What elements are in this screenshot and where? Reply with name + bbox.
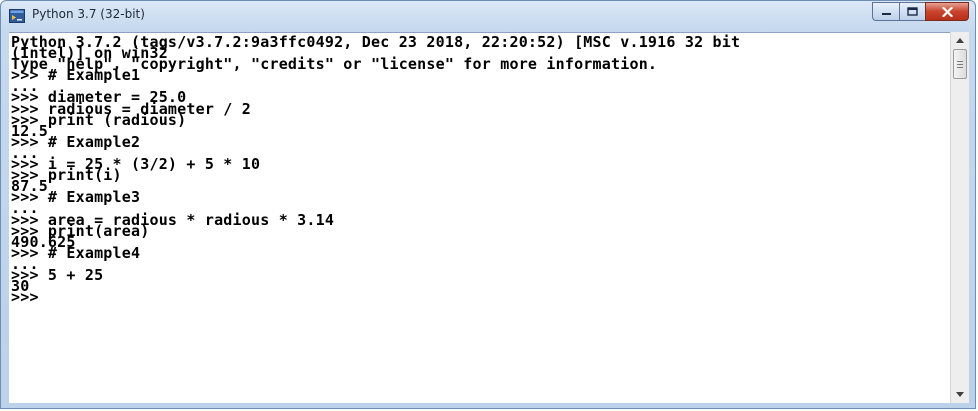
close-icon — [941, 6, 953, 17]
title-bar[interactable]: Python 3.7 (32-bit) — [1, 1, 975, 31]
thumb-grip-line — [957, 67, 963, 68]
close-button[interactable] — [925, 2, 969, 21]
python-console-icon[interactable] — [9, 8, 25, 24]
minimize-button[interactable] — [872, 2, 899, 21]
caption-buttons — [872, 2, 969, 21]
vertical-scrollbar[interactable] — [950, 32, 969, 403]
console-line: Type "help", "copyright", "credits" or "… — [11, 55, 658, 74]
console-line: >>> # Example3 — [11, 188, 141, 207]
minimize-icon — [881, 12, 891, 15]
python-console-window: Python 3.7 (32-bit) Python 3.7.2 (tags/v… — [0, 0, 976, 409]
console-line: 30 — [11, 277, 30, 296]
console-text: Python 3.7.2 (tags/v3.7.2:9a3ffc0492, De… — [9, 33, 950, 307]
console-output[interactable]: Python 3.7.2 (tags/v3.7.2:9a3ffc0492, De… — [9, 32, 950, 403]
maximize-button[interactable] — [899, 2, 925, 21]
maximize-icon — [907, 7, 918, 16]
scroll-up-button[interactable] — [951, 32, 969, 49]
console-line: ... — [11, 254, 39, 273]
console-line: 490.625 — [11, 232, 76, 251]
console-line: >>> print (radious) — [11, 110, 187, 129]
scroll-up-arrow-icon — [956, 38, 964, 43]
console-line: >>> — [11, 288, 39, 307]
window-title: Python 3.7 (32-bit) — [32, 7, 145, 21]
scroll-down-button[interactable] — [951, 386, 969, 403]
console-line: >>> i = 25 * (3/2) + 5 * 10 — [11, 155, 261, 174]
console-line: >>> area = radious * radious * 3.14 — [11, 210, 335, 229]
scroll-thumb[interactable] — [953, 49, 967, 79]
console-line: >>> 5 + 25 — [11, 265, 104, 284]
thumb-grip-line — [957, 64, 963, 65]
console-line: 87.5 — [11, 177, 48, 196]
console-line: >>> # Example4 — [11, 243, 141, 262]
scroll-down-arrow-icon — [956, 392, 964, 397]
console-line: >>> # Example2 — [11, 132, 141, 151]
thumb-grip-line — [957, 61, 963, 62]
